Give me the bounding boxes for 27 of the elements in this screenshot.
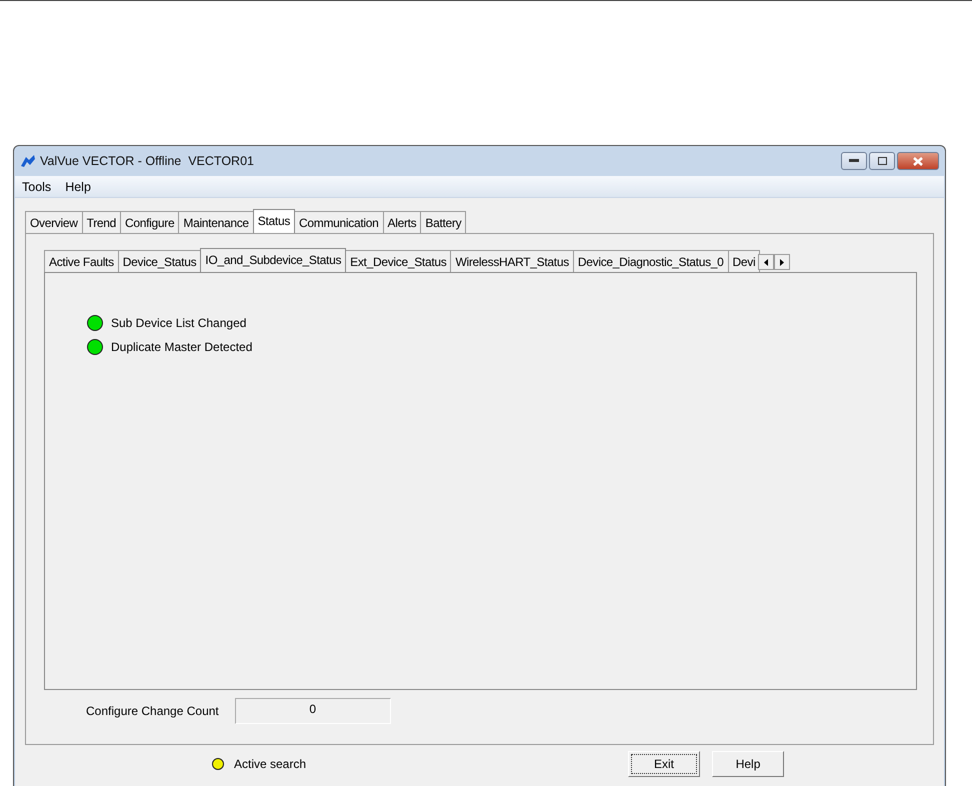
- count-field: 0: [234, 698, 391, 724]
- close-icon: [913, 156, 923, 166]
- menu-item[interactable]: Tools: [22, 180, 52, 194]
- field-label: Configure Change Count: [86, 704, 219, 718]
- tab[interactable]: Devi: [728, 250, 760, 272]
- close-button[interactable]: [897, 152, 939, 170]
- indicator-label: Sub Device List Changed: [111, 316, 246, 330]
- scroll-left-button[interactable]: [758, 254, 774, 270]
- status-text: Active search: [234, 757, 306, 771]
- tab[interactable]: Status: [252, 209, 296, 233]
- tab[interactable]: IO_and_Subdevice_Status: [200, 248, 346, 272]
- minimize-button[interactable]: [841, 152, 867, 170]
- tab[interactable]: Overview: [25, 211, 83, 233]
- app-logo-icon: [20, 154, 36, 168]
- minimize-icon: [849, 159, 859, 163]
- maximize-icon: [878, 157, 886, 165]
- tab[interactable]: Active Faults: [44, 250, 119, 272]
- window-title: ValVue VECTOR - Offline VECTOR01: [40, 154, 254, 168]
- tab[interactable]: Battery: [420, 211, 466, 233]
- menu-item[interactable]: Help: [65, 180, 91, 194]
- left-arrow-icon: [764, 258, 768, 266]
- indicator-label: Duplicate Master Detected: [111, 340, 252, 354]
- scroll-right-button[interactable]: [774, 254, 790, 270]
- exit-button[interactable]: Exit: [628, 751, 700, 777]
- maximize-button[interactable]: [869, 152, 895, 170]
- help-button[interactable]: Help: [712, 751, 784, 777]
- right-arrow-icon: [780, 258, 784, 266]
